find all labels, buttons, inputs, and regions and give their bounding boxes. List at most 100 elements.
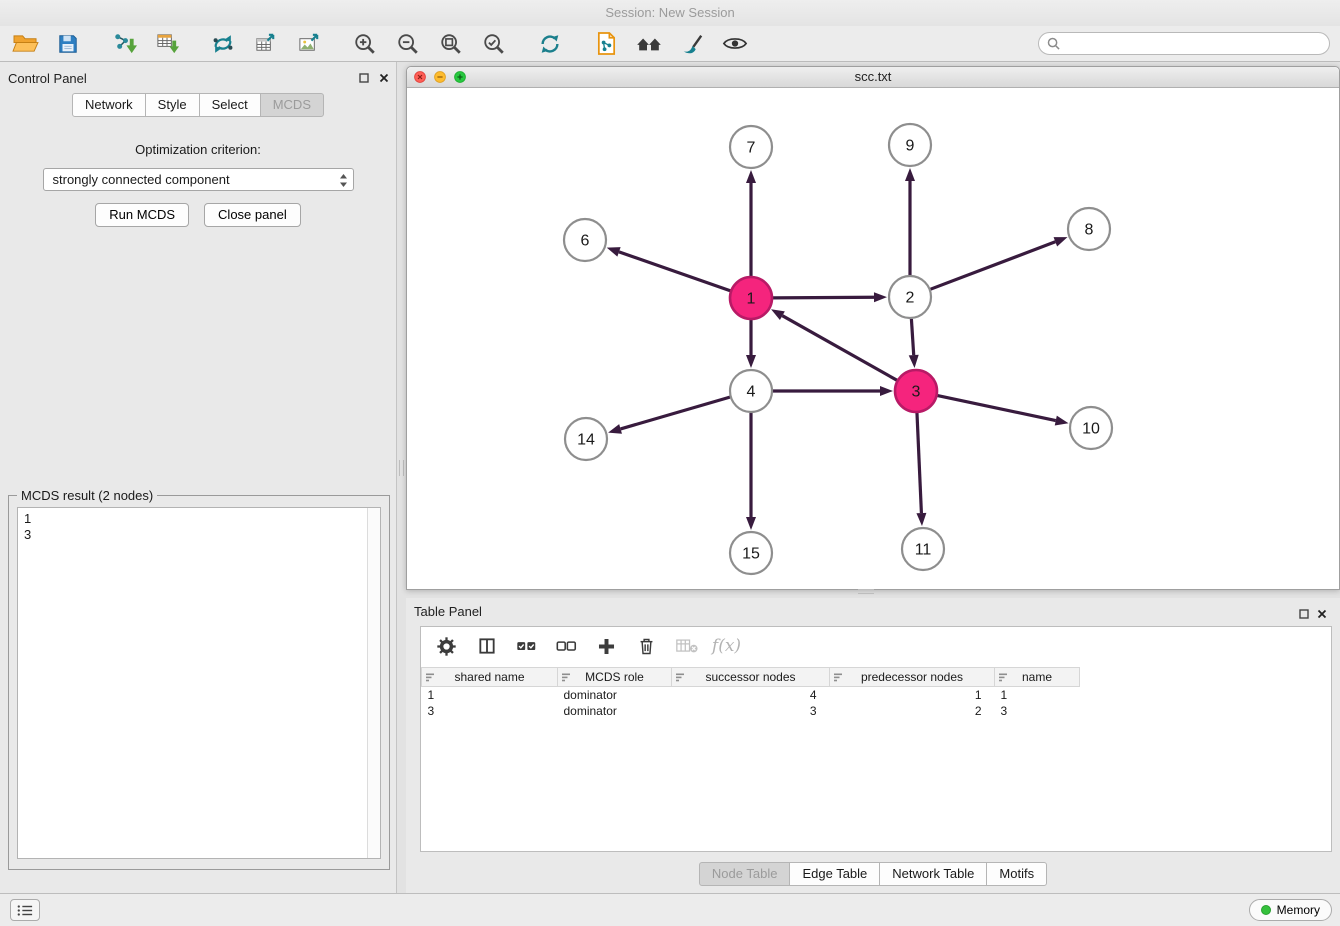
graph-edge-2-9[interactable]: [905, 168, 915, 275]
graph-node-8[interactable]: 8: [1068, 208, 1110, 250]
tab-motifs[interactable]: Motifs: [986, 862, 1047, 886]
column-header-name[interactable]: name: [995, 668, 1080, 687]
close-table-panel-button[interactable]: [1314, 607, 1330, 621]
graph-edge-3-1[interactable]: [771, 309, 897, 380]
graph-node-7[interactable]: 7: [730, 126, 772, 168]
mcds-result-list[interactable]: 1 3: [17, 507, 381, 859]
cell-successor-nodes[interactable]: 4: [672, 687, 830, 703]
graph-edge-1-4[interactable]: [746, 320, 756, 368]
tab-select[interactable]: Select: [199, 93, 261, 117]
graph-node-15[interactable]: 15: [730, 532, 772, 574]
show-columns-button[interactable]: [474, 633, 499, 659]
eye-icon: [722, 35, 748, 52]
select-all-columns-button[interactable]: [514, 633, 539, 659]
refresh-view-button[interactable]: [535, 29, 565, 59]
save-session-button[interactable]: [53, 29, 83, 59]
delete-table-button[interactable]: [674, 633, 699, 659]
function-builder-button[interactable]: f(x): [714, 633, 739, 659]
zoom-out-button[interactable]: [393, 29, 423, 59]
graph-node-6[interactable]: 6: [564, 219, 606, 261]
memory-button[interactable]: Memory: [1249, 899, 1332, 921]
column-header-mcds-role[interactable]: MCDS role: [558, 668, 672, 687]
graph-node-9[interactable]: 9: [889, 124, 931, 166]
cell-successor-nodes[interactable]: 3: [672, 703, 830, 719]
cell-name[interactable]: 3: [995, 703, 1080, 719]
tab-style[interactable]: Style: [145, 93, 200, 117]
cell-shared-name[interactable]: 1: [422, 687, 558, 703]
tab-edge-table[interactable]: Edge Table: [789, 862, 880, 886]
horizontal-splitter-grip[interactable]: [858, 589, 874, 594]
control-panel-title: Control Panel: [8, 71, 87, 86]
zoom-selected-button[interactable]: [479, 29, 509, 59]
search-input[interactable]: [1065, 37, 1321, 51]
graph-edge-2-3[interactable]: [909, 319, 919, 368]
graph-node-4[interactable]: 4: [730, 370, 772, 412]
tab-network-table[interactable]: Network Table: [879, 862, 987, 886]
import-network-button[interactable]: [109, 29, 139, 59]
cell-predecessor-nodes[interactable]: 2: [830, 703, 995, 719]
create-column-button[interactable]: [594, 633, 619, 659]
show-graphics-button[interactable]: [720, 29, 750, 59]
cell-shared-name[interactable]: 3: [422, 703, 558, 719]
delete-column-button[interactable]: [634, 633, 659, 659]
zoom-window-button[interactable]: [454, 71, 466, 83]
optimization-criterion-dropdown[interactable]: strongly connected component: [43, 168, 354, 191]
vertical-splitter-grip[interactable]: [399, 460, 404, 476]
export-table-button[interactable]: [251, 29, 281, 59]
apply-layout-button[interactable]: [208, 29, 238, 59]
search-box[interactable]: [1038, 32, 1330, 55]
run-mcds-button[interactable]: Run MCDS: [95, 203, 189, 227]
float-panel-button[interactable]: [356, 71, 372, 85]
network-graph[interactable]: 1 2 3 4 6 7 8 9 10 11 14 15: [407, 88, 1339, 589]
export-image-button[interactable]: [294, 29, 324, 59]
tab-network[interactable]: Network: [72, 93, 146, 117]
close-panel-button[interactable]: [376, 71, 392, 85]
table-toolbar: f(x): [421, 627, 1331, 665]
graph-node-1[interactable]: 1: [730, 277, 772, 319]
network-canvas[interactable]: 1 2 3 4 6 7 8 9 10 11 14 15: [407, 88, 1339, 589]
style-button[interactable]: [677, 29, 707, 59]
cell-name[interactable]: 1: [995, 687, 1080, 703]
table-row[interactable]: 3 dominator 3 2 3: [422, 703, 1080, 719]
close-window-button[interactable]: [414, 71, 426, 83]
graph-edge-4-3[interactable]: [773, 386, 893, 396]
zoom-in-button[interactable]: [350, 29, 380, 59]
zoom-fit-button[interactable]: [436, 29, 466, 59]
minimize-window-button[interactable]: [434, 71, 446, 83]
close-panel-push-button[interactable]: Close panel: [204, 203, 301, 227]
import-table-button[interactable]: [152, 29, 182, 59]
table-settings-button[interactable]: [434, 633, 459, 659]
network-document-button[interactable]: [591, 29, 621, 59]
graph-edge-4-15[interactable]: [746, 413, 756, 530]
float-table-panel-button[interactable]: [1296, 607, 1312, 621]
network-window-titlebar[interactable]: scc.txt: [407, 67, 1339, 88]
graph-edge-4-14[interactable]: [608, 397, 730, 434]
unselect-all-columns-button[interactable]: [554, 633, 579, 659]
graph-edge-2-8[interactable]: [931, 237, 1068, 289]
task-history-button[interactable]: [10, 899, 40, 921]
result-item[interactable]: 1: [18, 511, 380, 527]
graph-edge-3-11[interactable]: [916, 413, 926, 526]
column-header-shared-name[interactable]: shared name: [422, 668, 558, 687]
tab-node-table[interactable]: Node Table: [699, 862, 791, 886]
cell-predecessor-nodes[interactable]: 1: [830, 687, 995, 703]
graph-edge-1-2[interactable]: [773, 292, 887, 302]
cell-mcds-role[interactable]: dominator: [558, 687, 672, 703]
tab-mcds[interactable]: MCDS: [260, 93, 324, 117]
result-item[interactable]: 3: [18, 527, 380, 543]
graph-edge-1-6[interactable]: [607, 247, 731, 291]
cell-mcds-role[interactable]: dominator: [558, 703, 672, 719]
graph-node-11[interactable]: 11: [902, 528, 944, 570]
table-row[interactable]: 1 dominator 4 1 1: [422, 687, 1080, 703]
graph-node-2[interactable]: 2: [889, 276, 931, 318]
graph-node-14[interactable]: 14: [565, 418, 607, 460]
graph-edge-3-10[interactable]: [938, 396, 1069, 426]
open-session-button[interactable]: [10, 29, 40, 59]
home-button[interactable]: [634, 29, 664, 59]
column-header-successor-nodes[interactable]: successor nodes: [672, 668, 830, 687]
result-scrollbar[interactable]: [367, 508, 380, 858]
graph-edge-1-7[interactable]: [746, 170, 756, 276]
graph-node-10[interactable]: 10: [1070, 407, 1112, 449]
column-header-predecessor-nodes[interactable]: predecessor nodes: [830, 668, 995, 687]
graph-node-3[interactable]: 3: [895, 370, 937, 412]
